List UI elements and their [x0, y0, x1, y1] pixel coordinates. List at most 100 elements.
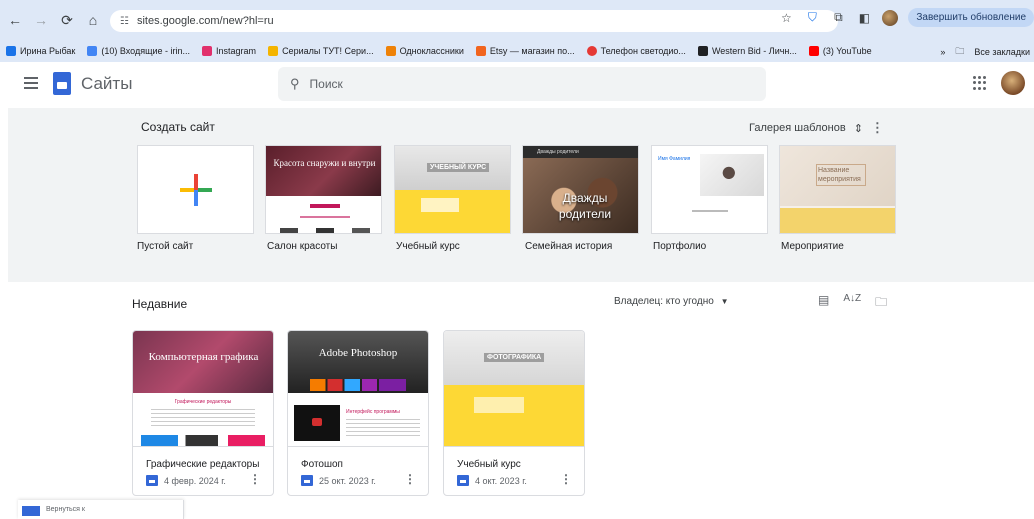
bookmark-item[interactable]: Western Bid - Личн... [697, 46, 797, 56]
more-options-icon[interactable]: ⋮ [249, 472, 261, 486]
thumb-band [444, 385, 584, 446]
site-name: Учебный курс [457, 459, 521, 470]
folder-icon[interactable]: 🗀 [875, 293, 887, 314]
search-icon: ⚲ [290, 76, 300, 91]
site-date: 4 февр. 2024 г. [164, 475, 226, 486]
sort-az-icon[interactable]: A↓Z [843, 293, 861, 314]
template-thumb-card [421, 198, 459, 212]
template-thumb-title: Дважды родители [558, 191, 612, 221]
gallery-label: Галерея шаблонов [749, 122, 846, 134]
bookmark-star-icon[interactable]: ☆ [778, 10, 794, 26]
recent-site-card[interactable]: Adobe Photoshop Интерфейс программы Фото… [287, 330, 429, 496]
app-header: Сайты ⚲ Поиск [0, 62, 1034, 108]
bookmark-item[interactable]: Ирина Рыбак [6, 46, 75, 56]
sites-file-icon [457, 475, 469, 486]
template-thumb-title: Имя Фамилия [658, 156, 691, 162]
view-controls: ▤ A↓Z 🗀 [818, 293, 887, 314]
template-label: Мероприятие [781, 241, 844, 252]
site-info-icon[interactable]: ☷ [120, 16, 129, 27]
template-thumb-line [300, 216, 350, 218]
thumb-text-lines [346, 419, 420, 439]
bookmarks-overflow: » 🗀 Все закладки [940, 44, 1030, 60]
template-label: Семейная история [525, 241, 613, 252]
extensions-puzzle-icon[interactable]: ⧉ [830, 10, 846, 26]
thumb-text-lines [151, 409, 255, 429]
template-thumb-strip [280, 228, 370, 233]
owner-filter-label: Владелец: кто угодно [614, 296, 714, 307]
folder-icon: 🗀 [955, 46, 965, 56]
more-bookmarks-button[interactable]: » [940, 47, 945, 57]
bookmarks-bar: Ирина Рыбак (10) Входящие - irin... Inst… [0, 40, 1034, 62]
template-family-history[interactable]: Дважды родители Дважды родители [522, 145, 639, 234]
template-thumb-hero [266, 146, 381, 196]
site-date: 25 окт. 2023 г. [319, 475, 376, 486]
template-gallery-toggle[interactable]: Галерея шаблонов ⇕ ⋮ [749, 120, 884, 136]
westernbid-favicon-icon [697, 46, 708, 56]
site-date: 4 окт. 2023 г. [475, 475, 527, 486]
template-thumb-photo [700, 154, 764, 196]
app-title: Сайты [81, 74, 133, 93]
template-portfolio[interactable]: Имя Фамилия [651, 145, 768, 234]
browser-actions: ☆ ⛉ ⧉ ◧ Завершить обновление [778, 8, 1034, 27]
bookmark-item[interactable]: (3) YouTube [808, 46, 872, 56]
expand-collapse-icon: ⇕ [853, 122, 863, 135]
list-view-icon[interactable]: ▤ [818, 293, 829, 314]
more-options-icon[interactable]: ⋮ [560, 472, 572, 486]
all-bookmarks-button[interactable]: Все закладки [974, 47, 1030, 57]
template-label: Учебный курс [396, 241, 460, 252]
thumb-title: Компьютерная графика [148, 351, 259, 363]
template-course[interactable]: УЧЕБНЫЙ КУРС [394, 145, 511, 234]
bookmark-item[interactable]: Сериалы ТУТ! Сери... [268, 46, 374, 56]
reload-icon[interactable]: ⟳ [56, 9, 78, 31]
template-gallery-section: Создать сайт Галерея шаблонов ⇕ ⋮ Пустой… [8, 108, 1034, 282]
back-arrow-icon[interactable]: ← [4, 9, 26, 31]
more-options-icon[interactable]: ⋮ [871, 120, 884, 136]
forward-arrow-icon[interactable]: → [30, 9, 52, 31]
bookmark-item[interactable]: (10) Входящие - irin... [87, 46, 190, 56]
profile-avatar[interactable] [882, 9, 899, 26]
main-menu-icon[interactable] [24, 77, 38, 89]
bookmark-item[interactable]: Instagram [202, 46, 256, 56]
sites-file-icon [301, 475, 313, 486]
youtube-favicon-icon [808, 46, 819, 56]
site-meta: 4 февр. 2024 г. [146, 475, 226, 486]
template-thumb-title: Название мероприятия [816, 164, 866, 186]
thumb-app-icons [310, 379, 406, 391]
recent-site-card[interactable]: ФОТОГРАФИКА Учебный курс 4 окт. 2023 г. … [443, 330, 585, 496]
template-thumb-line [692, 210, 728, 212]
shield-extension-icon[interactable]: ⛉ [804, 10, 820, 26]
bookmark-item[interactable]: Etsy — магазин по... [475, 46, 575, 56]
update-button[interactable]: Завершить обновление [908, 8, 1034, 27]
thumb-subtitle: Интерфейс программы [346, 409, 400, 415]
template-blank[interactable] [137, 145, 254, 234]
template-thumb-band [780, 208, 895, 233]
template-event[interactable]: Название мероприятия [779, 145, 896, 234]
address-bar[interactable]: ☷ sites.google.com/new?hl=ru [110, 10, 838, 32]
recent-section-title: Недавние [132, 297, 188, 311]
bookmark-item[interactable]: Одноклассники [385, 46, 464, 56]
bookmark-item[interactable]: Телефон светодио... [586, 46, 686, 56]
account-avatar[interactable] [1001, 71, 1025, 95]
google-apps-icon[interactable] [973, 76, 987, 90]
sites-logo-icon [22, 506, 40, 516]
template-thumb-band [395, 190, 510, 233]
owner-filter-dropdown[interactable]: Владелец: кто угодно ▼ [614, 296, 729, 307]
side-panel-icon[interactable]: ◧ [856, 10, 872, 26]
more-options-icon[interactable]: ⋮ [404, 472, 416, 486]
site-name: Фотошоп [301, 459, 343, 470]
recent-site-card[interactable]: Компьютерная графика Графические редакто… [132, 330, 274, 496]
home-icon[interactable]: ⌂ [82, 9, 104, 31]
serials-favicon-icon [268, 46, 279, 56]
instagram-favicon-icon [202, 46, 213, 56]
return-snackbar[interactable]: Вернуться к [18, 500, 184, 519]
template-beauty-salon[interactable]: Красота снаружи и внутри [265, 145, 382, 234]
thumb-card [474, 397, 524, 413]
return-label: Вернуться к [46, 506, 85, 513]
thumb-blue-strip [141, 435, 265, 446]
create-site-title: Создать сайт [141, 120, 215, 134]
caret-down-icon: ▼ [720, 297, 729, 306]
plus-icon [180, 174, 212, 206]
thumb-title: Adobe Photoshop [318, 347, 398, 359]
search-input[interactable]: ⚲ Поиск [278, 67, 766, 101]
template-thumb-title: УЧЕБНЫЙ КУРС [427, 163, 490, 172]
